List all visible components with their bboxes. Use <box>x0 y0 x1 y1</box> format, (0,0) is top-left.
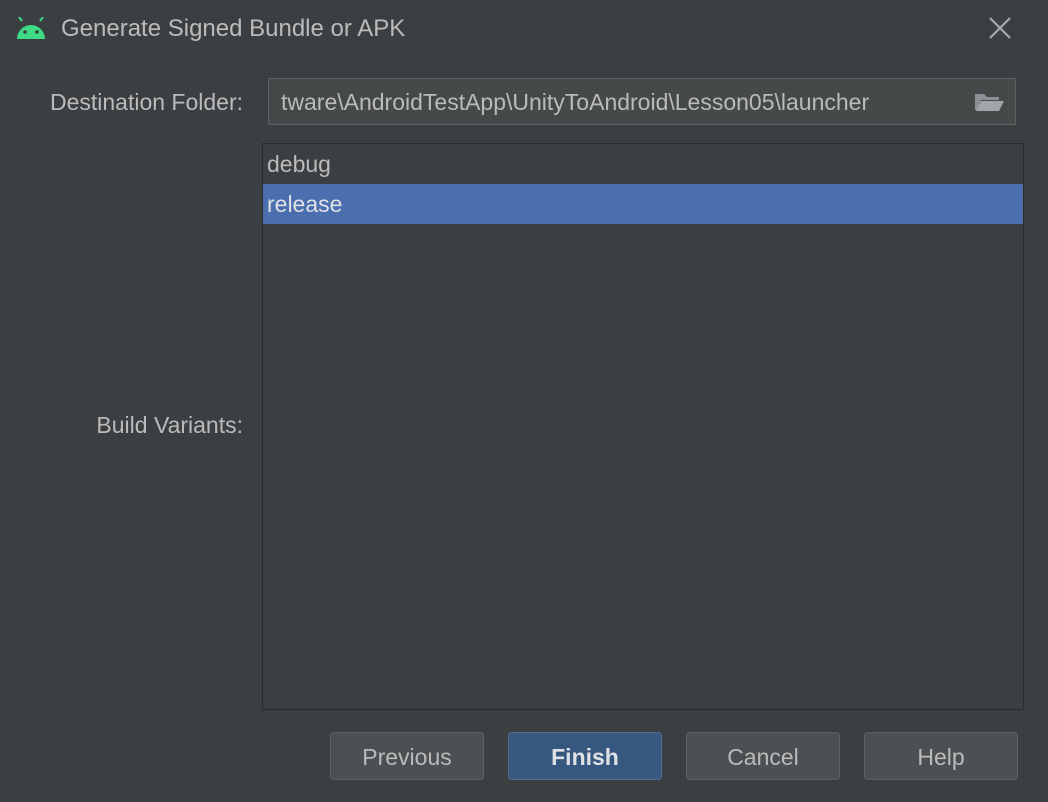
android-icon <box>14 16 48 41</box>
dialog-title: Generate Signed Bundle or APK <box>61 15 406 42</box>
variant-item-debug[interactable]: debug <box>263 144 1023 184</box>
title-bar: Generate Signed Bundle or APK <box>0 0 1048 58</box>
build-variants-label: Build Variants: <box>96 412 243 438</box>
finish-button[interactable]: Finish <box>508 732 662 780</box>
folder-icon[interactable] <box>973 90 1005 114</box>
cancel-button[interactable]: Cancel <box>686 732 840 780</box>
destination-folder-field[interactable]: tware\AndroidTestApp\UnityToAndroid\Less… <box>268 78 1016 125</box>
destination-folder-label: Destination Folder: <box>49 89 243 115</box>
help-button[interactable]: Help <box>864 732 1018 780</box>
previous-button[interactable]: Previous <box>330 732 484 780</box>
destination-folder-value: tware\AndroidTestApp\UnityToAndroid\Less… <box>281 89 870 115</box>
generate-signed-bundle-dialog: Generate Signed Bundle or APK Destinatio… <box>0 0 1048 802</box>
close-icon[interactable] <box>984 12 1016 44</box>
variant-item-release[interactable]: release <box>263 184 1023 224</box>
build-variants-list[interactable]: debug release <box>262 143 1024 710</box>
